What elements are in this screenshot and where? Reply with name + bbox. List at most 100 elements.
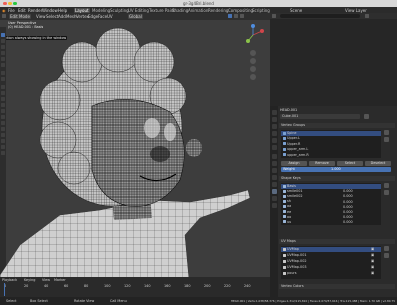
- menu-help[interactable]: Help: [58, 8, 67, 13]
- object-tab-icon[interactable]: [271, 154, 277, 159]
- shape-keys-panel-header[interactable]: Shape Keys: [279, 176, 395, 181]
- mesh-data-tab-icon[interactable]: [271, 189, 277, 194]
- active-render-camera-icon[interactable]: ▣: [371, 259, 374, 263]
- add-vertex-group-button[interactable]: [384, 130, 389, 135]
- output-tab-icon[interactable]: [271, 124, 277, 129]
- menu-mesh[interactable]: Mesh: [66, 14, 77, 19]
- physics-tab-icon[interactable]: [271, 175, 277, 180]
- mesh-object[interactable]: [0, 20, 270, 290]
- vertex-groups-panel-header[interactable]: Vertex Groups: [279, 123, 395, 128]
- fake-user-button[interactable]: [364, 114, 369, 119]
- shape-key-value[interactable]: 0.000: [343, 210, 353, 214]
- tab-layout[interactable]: Layout: [74, 7, 90, 13]
- view-layer-selector[interactable]: View Layer: [345, 8, 367, 13]
- menu-edit[interactable]: Edit: [18, 8, 26, 13]
- blender-logo-icon[interactable]: ◉: [2, 8, 6, 13]
- deselect-button[interactable]: Deselect: [365, 161, 391, 166]
- rendered-shading-button[interactable]: [240, 14, 244, 18]
- vertex-group-item[interactable]: Spine: [281, 131, 381, 136]
- menu-view[interactable]: View: [36, 14, 46, 19]
- active-render-camera-icon[interactable]: ▣: [371, 265, 374, 269]
- menu-vertex[interactable]: Vertex: [76, 14, 89, 19]
- scene-tab-icon[interactable]: [271, 138, 277, 143]
- view-layer-tab-icon[interactable]: [271, 131, 277, 136]
- view-menu[interactable]: View: [42, 278, 50, 282]
- shape-key-value[interactable]: 0.000: [343, 205, 353, 209]
- transform-orientation[interactable]: Global: [128, 14, 143, 19]
- uv-map-item[interactable]: UVMap ▣: [281, 247, 381, 252]
- shape-key-value[interactable]: 0.000: [343, 194, 353, 198]
- vertex-group-item[interactable]: upper_arm.L: [281, 147, 381, 152]
- active-render-camera-icon[interactable]: ▣: [371, 271, 374, 275]
- assign-button[interactable]: Assign: [281, 161, 307, 166]
- menu-select[interactable]: Select: [46, 14, 58, 19]
- menu-add[interactable]: Add: [58, 14, 66, 19]
- vertex-group-item[interactable]: Upper.L: [281, 136, 381, 141]
- shape-keys-list[interactable]: Basis smile001 0.000 smile002 0.000 sh 0.000 aa…: [281, 183, 381, 225]
- marker-menu[interactable]: Marker: [54, 278, 66, 282]
- uv-maps-list[interactable]: UVMap ▣ UVMap.001 ▣ UVMap.002 ▣ UVMap.003 ▣ pour…: [281, 246, 381, 279]
- tab-compositing[interactable]: Compositing: [228, 8, 253, 13]
- mode-selector[interactable]: Edit Mode: [9, 14, 31, 19]
- select-button[interactable]: Select: [337, 161, 363, 166]
- weight-slider[interactable]: Weight 1.000: [281, 167, 391, 172]
- menu-uv[interactable]: UV: [107, 14, 113, 19]
- mesh-name-field[interactable]: Cube.001: [280, 114, 360, 119]
- filter-icon[interactable]: [365, 14, 369, 18]
- shape-key-value[interactable]: 0.000: [343, 215, 353, 219]
- tab-uv-editing[interactable]: UV Editing: [128, 8, 149, 13]
- outliner-search-input[interactable]: [280, 14, 360, 18]
- remove-uv-map-button[interactable]: [384, 253, 389, 258]
- 3d-viewport[interactable]: Edit Mode View Select Add Mesh Vertex Ed…: [0, 13, 270, 297]
- shape-key-value[interactable]: 0.000: [343, 200, 353, 204]
- display-mode-icon[interactable]: [272, 14, 276, 18]
- editor-type-icon[interactable]: [2, 14, 6, 18]
- active-render-camera-icon[interactable]: ▣: [371, 253, 374, 257]
- world-tab-icon[interactable]: [271, 145, 277, 150]
- uv-map-item[interactable]: UVMap.003 ▣: [281, 265, 381, 270]
- tab-sculpting[interactable]: Sculpting: [110, 8, 129, 13]
- uv-maps-panel-header[interactable]: UV Maps: [279, 239, 395, 244]
- add-shape-key-button[interactable]: [384, 183, 389, 188]
- playhead[interactable]: [4, 283, 5, 296]
- modifier-tab-icon[interactable]: [271, 161, 277, 166]
- tool-tab-icon[interactable]: [271, 110, 277, 115]
- vertex-group-item[interactable]: upper_arm.R: [281, 153, 381, 158]
- timeline-editor[interactable]: Playback Keying View Marker 0 20 40 60 8…: [0, 277, 270, 297]
- vertex-groups-list[interactable]: Spine Upper.L Upper.R upper_arm.L upper_arm.…: [281, 130, 381, 158]
- remove-vertex-group-button[interactable]: [384, 137, 389, 142]
- vertex-group-item[interactable]: Upper.R: [281, 142, 381, 147]
- menu-render[interactable]: Render: [28, 8, 42, 13]
- uv-map-item[interactable]: UVMap.002 ▣: [281, 259, 381, 264]
- tab-texture-paint[interactable]: Texture Paint: [149, 8, 175, 13]
- shape-key-item[interactable]: uu 0.000: [281, 220, 381, 225]
- keying-menu[interactable]: Keying: [24, 278, 35, 282]
- texture-tab-icon[interactable]: [271, 203, 277, 208]
- uv-map-item[interactable]: UVMap.001 ▣: [281, 253, 381, 258]
- menu-face[interactable]: Face: [98, 14, 107, 19]
- vertex-colors-panel-header[interactable]: Vertex Colors: [279, 284, 395, 289]
- shape-key-value[interactable]: 0.000: [343, 189, 353, 193]
- tab-shading[interactable]: Shading: [172, 8, 188, 13]
- particles-tab-icon[interactable]: [271, 168, 277, 173]
- scene-selector[interactable]: Scene: [290, 8, 302, 13]
- material-shading-button[interactable]: [234, 14, 238, 18]
- solid-shading-button[interactable]: [228, 14, 232, 18]
- add-uv-map-button[interactable]: [384, 246, 389, 251]
- constraints-tab-icon[interactable]: [271, 182, 277, 187]
- tab-modeling[interactable]: Modeling: [92, 8, 110, 13]
- menu-file[interactable]: File: [8, 8, 15, 13]
- active-render-camera-icon[interactable]: ▣: [371, 247, 374, 251]
- material-tab-icon[interactable]: [271, 196, 277, 201]
- tab-scripting[interactable]: Scripting: [252, 8, 270, 13]
- menu-window[interactable]: Window: [42, 8, 58, 13]
- tab-animation[interactable]: Animation: [188, 8, 208, 13]
- remove-shape-key-button[interactable]: [384, 190, 389, 195]
- render-tab-icon[interactable]: [271, 117, 277, 122]
- menu-edge[interactable]: Edge: [88, 14, 98, 19]
- tab-rendering[interactable]: Rendering: [208, 8, 228, 13]
- remove-button[interactable]: Remove: [309, 161, 335, 166]
- uv-map-item[interactable]: pours ▣: [281, 271, 381, 276]
- shape-key-value[interactable]: 0.000: [343, 220, 353, 224]
- playback-menu[interactable]: Playback: [2, 278, 17, 282]
